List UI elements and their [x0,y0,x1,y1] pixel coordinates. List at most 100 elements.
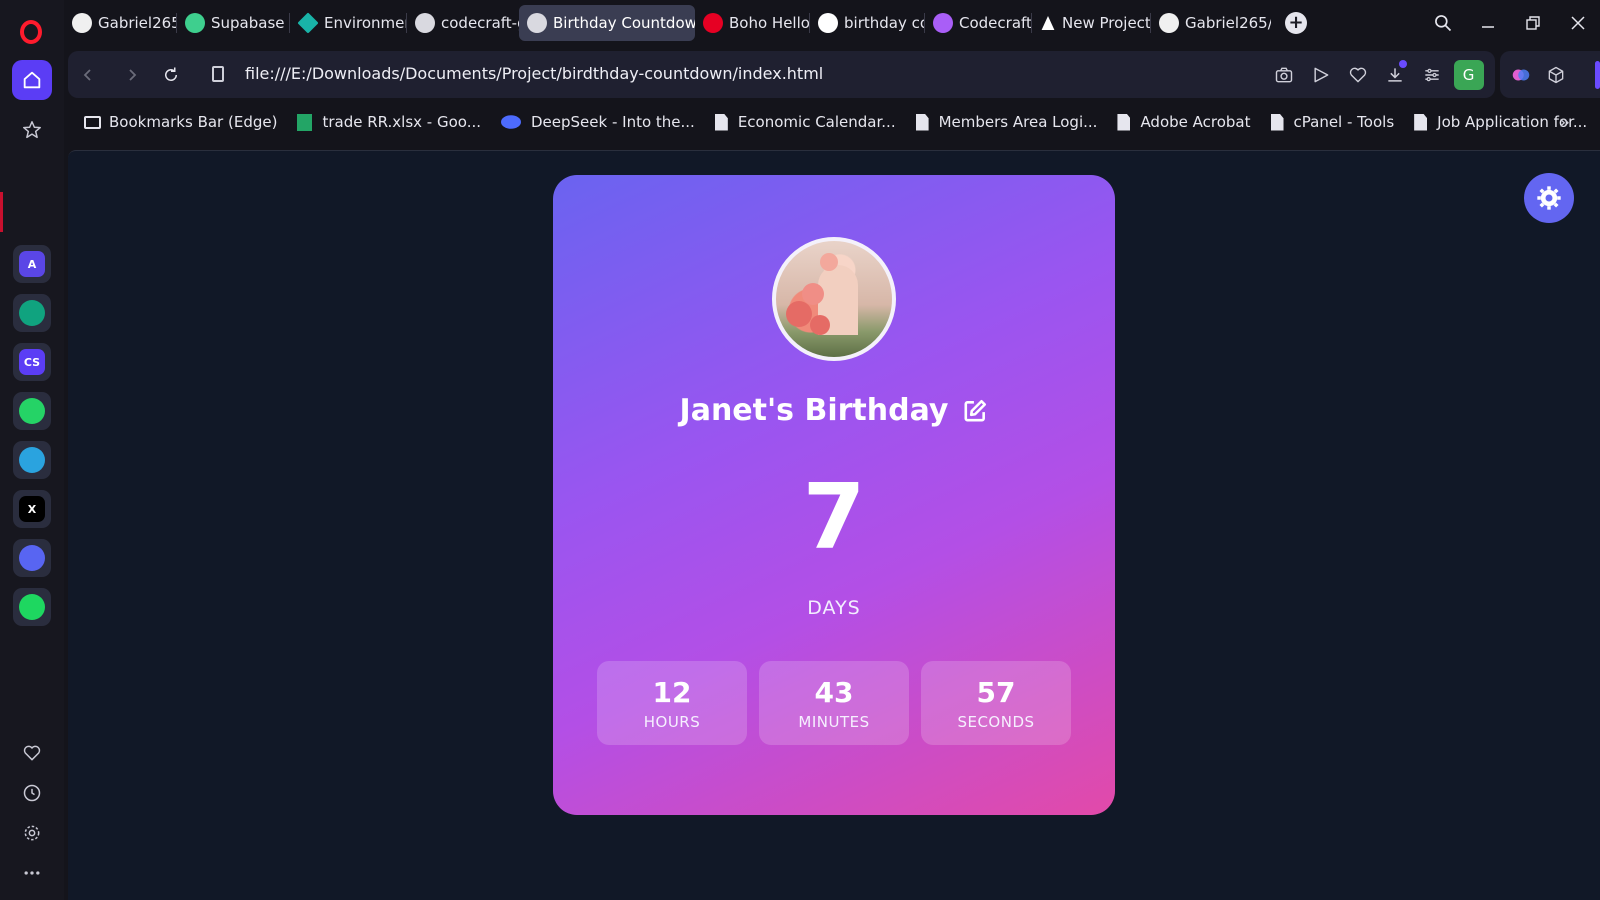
bookmark-item[interactable]: Bookmarks Bar (Edge) [84,113,277,131]
browser-tab[interactable]: Environment [290,5,406,41]
bookmark-label: Bookmarks Bar (Edge) [109,113,278,131]
page-icon [1414,113,1428,131]
browser-tab[interactable]: Boho Hello K [695,5,809,41]
hours-box: 12 HOURS [597,661,747,745]
flow-send-button[interactable] [1302,60,1339,90]
snapshot-button[interactable] [1265,60,1302,90]
download-icon [1387,68,1402,82]
history-button[interactable] [19,780,45,806]
downloads-button[interactable] [1376,60,1413,90]
github-icon [1159,13,1179,33]
sidebar-app-button[interactable] [13,441,51,479]
tab-label: Birthday Countdown [553,14,695,32]
photo-balloon [802,283,824,305]
sidebar-app-button[interactable] [13,392,51,430]
easy-setup-button[interactable] [1413,60,1450,90]
close-window-button[interactable] [1555,0,1600,46]
url-field[interactable]: file:///E:/Downloads/Documents/Project/b… [245,64,823,83]
restore-button[interactable] [1510,0,1555,46]
edit-icon [964,399,987,422]
photo-balloon [820,253,838,271]
browser-tab[interactable]: Gabriel265/c [64,5,176,41]
sidebar-accent-bar [1595,61,1600,89]
page-viewport: Janet's Birthday 7 DAYS 12 HOURS 43 MINU… [68,150,1600,900]
heart-icon [23,745,41,761]
countdown-card: Janet's Birthday 7 DAYS 12 HOURS 43 MINU… [553,175,1115,815]
sidebar-app-button[interactable]: X [13,490,51,528]
tab-label: codecraft-ga [441,14,519,32]
tab-label: Boho Hello K [729,14,809,32]
minimize-button[interactable] [1465,0,1510,46]
profile-button[interactable]: G [1450,60,1487,90]
page-icon [714,113,728,131]
favorites-button[interactable] [19,740,45,766]
tab-label: Environment [324,14,406,32]
browser-tab[interactable]: Codecraft [925,5,1031,41]
bookmark-item[interactable]: trade RR.xlsx - Goo... [297,113,481,131]
window-controls [1420,0,1600,46]
forward-button[interactable] [120,63,144,87]
gear-icon [24,825,40,841]
browser-tab[interactable]: birthday cou [810,5,924,41]
browser-tab[interactable]: Birthday Countdown [519,5,695,41]
restore-icon [1525,16,1540,30]
pinboards-button[interactable] [12,110,52,150]
new-tab-button[interactable]: + [1285,12,1307,34]
browser-tab[interactable]: Gabriel265/b [1151,5,1271,41]
reload-icon [165,67,177,81]
chatgpt-icon [19,300,45,326]
bookmark-item[interactable]: Economic Calendar... [714,113,896,131]
minutes-label: MINUTES [798,712,870,731]
more-button[interactable] [19,860,45,886]
sidebar-app-button[interactable] [13,294,51,332]
globe-icon [415,13,435,33]
back-button[interactable] [76,63,100,87]
seconds-value: 57 [976,675,1016,709]
bookmark-label: cPanel - Tools [1293,113,1395,131]
sidebar-app-button[interactable]: CS [13,343,51,381]
bookmark-item[interactable]: DeepSeek - Into the... [501,113,695,131]
tab-label: Codecraft [959,14,1031,32]
supabase-icon [185,13,205,33]
sidebar-app-button[interactable]: A [13,245,51,283]
edit-title-button[interactable] [962,398,988,424]
minutes-value: 43 [814,675,854,709]
x-icon: X [19,496,45,522]
sliders-icon [1424,68,1439,82]
page-icon [915,113,929,131]
bookmark-item[interactable]: cPanel - Tools [1270,113,1395,131]
settings-button[interactable] [19,820,45,846]
tab-label: Gabriel265/c [98,14,176,32]
home-button[interactable] [12,60,52,100]
page-info-icon[interactable] [212,66,224,82]
brain-extension-icon[interactable] [1510,64,1532,86]
bookmark-item[interactable]: Members Area Logi... [915,113,1098,131]
search-icon [1434,15,1451,32]
reload-button[interactable] [159,63,183,87]
sheets-icon [297,113,313,131]
page-icon [1270,113,1284,131]
clock-icon [23,784,41,802]
bookmark-label: Adobe Acrobat [1140,113,1251,131]
home-icon [23,71,41,89]
search-tabs-button[interactable] [1420,0,1465,46]
bookmark-label: Members Area Logi... [938,113,1098,131]
browser-tab[interactable]: codecraft-ga [407,5,519,41]
opera-logo-icon[interactable] [20,20,42,44]
heart-icon [1349,67,1366,83]
browser-tab[interactable]: New Project [1032,5,1150,41]
extensions-bar [1500,51,1600,98]
bookmark-item[interactable]: Adobe Acrobat [1117,113,1251,131]
cube-icon[interactable] [1546,65,1566,85]
browser-tab[interactable]: Supabase [177,5,289,41]
time-units: 12 HOURS 43 MINUTES 57 SECONDS [597,661,1071,745]
bookmark-page-button[interactable] [1339,60,1376,90]
sidebar-app-button[interactable] [13,588,51,626]
bookmark-label: trade RR.xlsx - Goo... [322,113,481,131]
sidebar-app-button[interactable] [13,539,51,577]
discord-icon [19,545,45,571]
birthday-photo[interactable] [772,237,896,361]
gear-icon [1537,186,1561,210]
bookmarks-overflow-button[interactable]: » [1559,112,1570,133]
theme-settings-button[interactable] [1524,173,1574,223]
